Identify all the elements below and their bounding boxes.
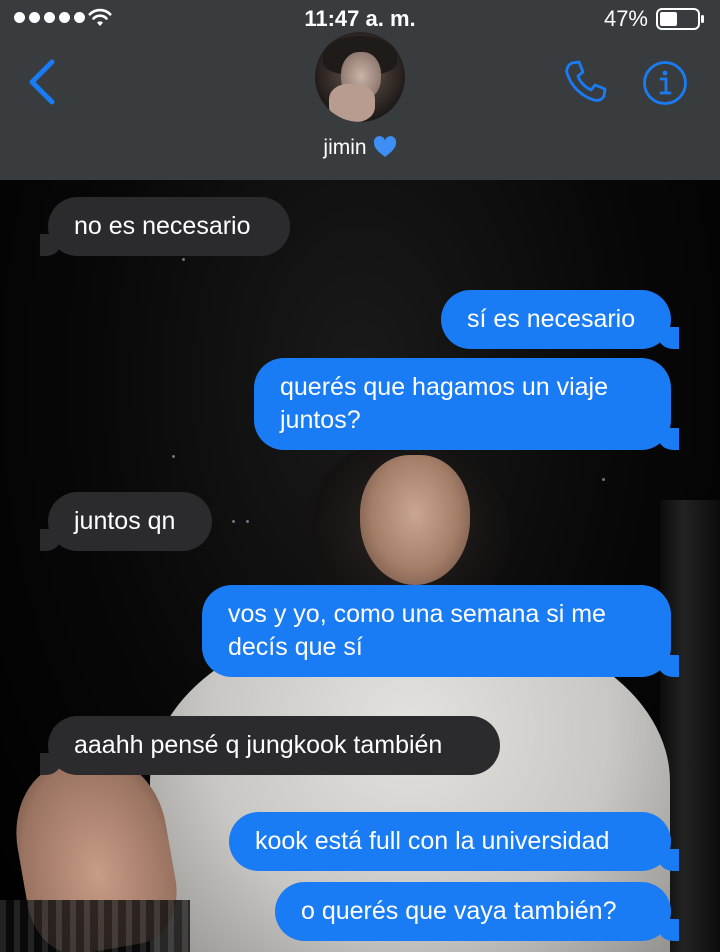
sent-message[interactable]: o querés que vaya también? [275, 882, 679, 941]
sent-message[interactable]: vos y yo, como una semana si me decís qu… [202, 585, 679, 677]
avatar-hand [329, 84, 375, 122]
conversation-header: 11:47 a. m. 47% jimin [0, 0, 720, 180]
sent-message[interactable]: kook está full con la universidad [229, 812, 679, 871]
back-button[interactable] [24, 58, 64, 106]
sent-message[interactable]: querés que hagamos un viaje juntos? [254, 358, 679, 450]
battery-percentage: 47% [603, 6, 648, 31]
info-icon[interactable] [642, 60, 688, 106]
contact-avatar[interactable] [315, 32, 405, 122]
status-bar: 11:47 a. m. 47% [0, 0, 720, 36]
blue-heart-icon [373, 136, 396, 157]
contact-name[interactable]: jimin [0, 136, 720, 160]
received-message[interactable]: aaahh pensé q jungkook también [40, 716, 500, 775]
contact-name-text: jimin [323, 136, 367, 159]
battery-icon [656, 8, 704, 30]
sent-message[interactable]: sí es necesario [441, 290, 679, 349]
received-message[interactable]: no es necesario [40, 197, 290, 256]
phone-icon[interactable] [562, 58, 610, 106]
message-thread: no es necesario sí es necesario querés q… [0, 180, 720, 952]
received-message[interactable]: juntos qn [40, 492, 212, 551]
